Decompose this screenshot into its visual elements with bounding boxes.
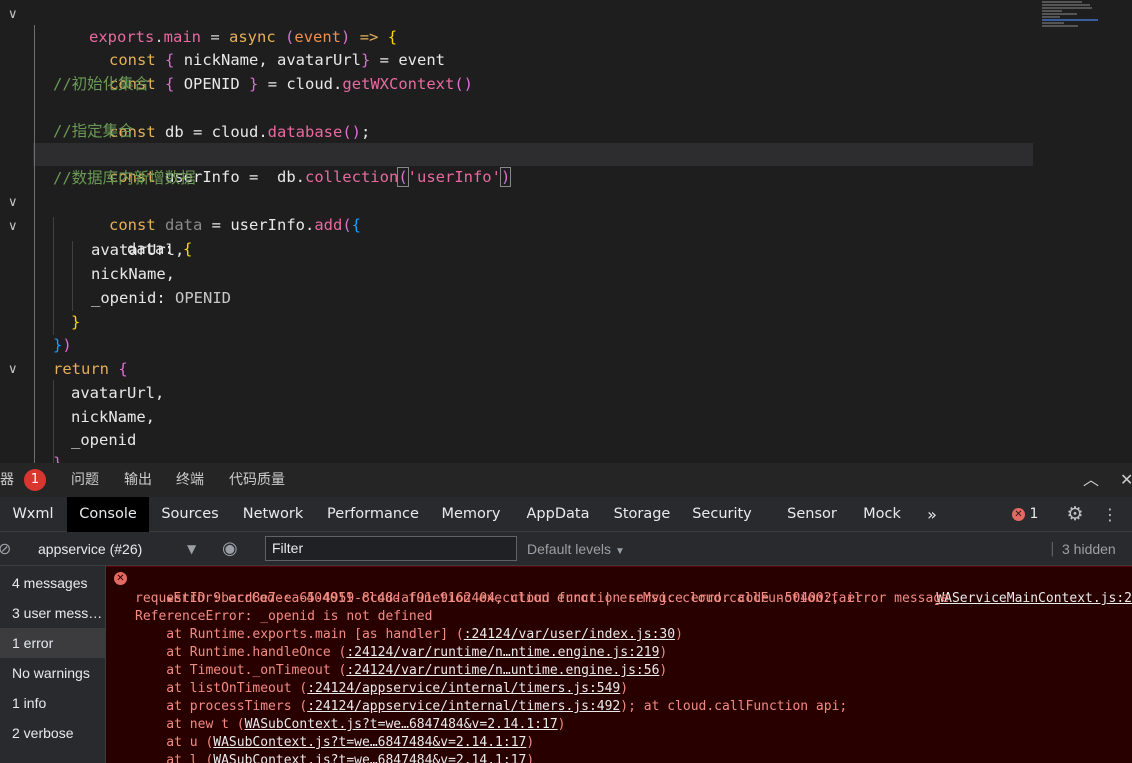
tab-memory[interactable]: Memory: [436, 497, 506, 532]
stack-frame: at Timeout._onTimeout (:24124/var/runtim…: [135, 663, 668, 678]
stack-frame: at Runtime.exports.main [as handler] (:2…: [135, 627, 683, 642]
stack-link[interactable]: :24124/var/runtime/n…untime.engine.js:56: [346, 663, 659, 678]
stack-frame: at u (WASubContext.js?t=we…6847484&v=2.1…: [135, 735, 535, 750]
eye-icon[interactable]: ◉: [222, 532, 238, 566]
code-line[interactable]: //初始化集合: [0, 73, 1132, 96]
sidebar-item-warnings[interactable]: No warnings: [0, 658, 105, 688]
code-line[interactable]: ∨ const data = userInfo.add({: [0, 191, 1132, 234]
chevron-down-icon[interactable]: ∨: [8, 358, 22, 381]
tab-storage[interactable]: Storage: [609, 497, 675, 532]
kebab-menu-icon[interactable]: ⋮: [1098, 497, 1122, 532]
code-line[interactable]: }: [0, 311, 1132, 334]
sidebar-item-messages[interactable]: 4 messages: [0, 568, 105, 598]
code-line[interactable]: _openid: [0, 429, 1132, 452]
filter-input[interactable]: Filter: [265, 536, 517, 561]
code-line[interactable]: //数据库内新增数据: [0, 167, 1132, 190]
stack-link[interactable]: :24124/var/user/index.js:30: [464, 627, 675, 642]
clear-console-icon[interactable]: ⊘: [0, 532, 11, 566]
error-line: ReferenceError: _openid is not defined: [135, 609, 433, 624]
console-output[interactable]: ✕ ▶Error: errCode: -404011 cloud functio…: [106, 566, 1132, 763]
panel-tab-code-quality[interactable]: 代码质量: [229, 463, 285, 497]
chevron-down-icon[interactable]: ∨: [8, 3, 22, 26]
code-line[interactable]: const { OPENID } = cloud.getWXContext(): [0, 50, 1132, 93]
more-tabs-icon[interactable]: »: [920, 497, 944, 532]
tab-sensor[interactable]: Sensor: [782, 497, 842, 532]
tab-network[interactable]: Network: [236, 497, 310, 532]
error-counter[interactable]: ✕ 1: [1012, 497, 1038, 532]
chevron-up-icon[interactable]: ︿: [1083, 463, 1099, 497]
tab-console[interactable]: Console: [67, 497, 149, 532]
stack-link[interactable]: :24124/var/runtime/n…ntime.engine.js:219: [346, 645, 659, 660]
stack-frame: at processTimers (:24124/appservice/inte…: [135, 699, 848, 714]
divider: |: [1050, 541, 1055, 557]
sidebar-item-user-messages[interactable]: 3 user mess…: [0, 598, 105, 628]
code-line[interactable]: avatarUrl,: [0, 382, 1132, 405]
bottom-panel-tabs: 器 1 问题 输出 终端 代码质量 ︿ ✕: [0, 463, 1132, 497]
code-line[interactable]: ∨ return {: [0, 358, 1132, 381]
code-line[interactable]: }): [0, 334, 1132, 357]
stack-frame: at Runtime.handleOnce (:24124/var/runtim…: [135, 645, 668, 660]
code-line[interactable]: //指定集合: [0, 120, 1132, 143]
stack-link[interactable]: WASubContext.js?t=we…6847484&v=2.14.1:17: [213, 735, 526, 750]
hidden-count[interactable]: 3 hidden: [1062, 532, 1116, 566]
error-icon: ✕: [114, 572, 127, 585]
error-source-link[interactable]: WAServiceMainContext.js:2: [905, 572, 1132, 606]
sidebar-item-verbose[interactable]: 2 verbose: [0, 718, 105, 748]
error-message-head[interactable]: ▶Error: errCode: -404011 cloud function …: [136, 572, 862, 606]
sidebar-item-info[interactable]: 1 info: [0, 688, 105, 718]
chevron-down-icon[interactable]: ∨: [8, 191, 22, 214]
tab-appdata[interactable]: AppData: [522, 497, 594, 532]
tab-wxml[interactable]: Wxml: [0, 497, 66, 532]
error-line: requestID 9bacd8e7-ea65-4959-8c48-af91e9…: [135, 591, 949, 606]
close-icon[interactable]: ✕: [1120, 463, 1132, 497]
stack-link[interactable]: :24124/appservice/internal/timers.js:492: [307, 699, 620, 714]
error-badge: 1: [24, 469, 46, 491]
code-line[interactable]: ∨ exports.main = async (event) => {: [0, 3, 1132, 46]
tab-security[interactable]: Security: [689, 497, 755, 532]
error-icon: ✕: [1012, 508, 1025, 521]
context-selector[interactable]: appservice (#26): [38, 532, 142, 566]
tab-sources[interactable]: Sources: [152, 497, 228, 532]
stack-frame: at l (WASubContext.js?t=we…6847484&v=2.1…: [135, 752, 534, 763]
code-line[interactable]: ∨ data: {: [0, 215, 1132, 258]
code-line[interactable]: const userInfo = db.collection('userInfo…: [0, 143, 1132, 187]
code-line[interactable]: const db = cloud.database();: [0, 98, 1132, 141]
tab-performance[interactable]: Performance: [325, 497, 421, 532]
code-line[interactable]: nickName,: [0, 406, 1132, 429]
tab-mock[interactable]: Mock: [856, 497, 908, 532]
code-line[interactable]: _openid: OPENID: [0, 287, 1132, 310]
stack-link[interactable]: WASubContext.js?t=we…6847484&v=2.14.1:17: [213, 753, 526, 763]
code-editor[interactable]: ∨ exports.main = async (event) => { cons…: [0, 0, 1132, 463]
panel-tab-problems[interactable]: 问题: [71, 463, 99, 497]
log-levels-dropdown[interactable]: Default levels ▼: [527, 532, 625, 566]
console-toolbar: ⊘ appservice (#26) ▼ ◉ Filter Default le…: [0, 532, 1132, 566]
code-line[interactable]: nickName,: [0, 263, 1132, 286]
devtools-tabbar: Wxml Console Sources Network Performance…: [0, 497, 1132, 532]
stack-link[interactable]: WASubContext.js?t=we…6847484&v=2.14.1:17: [245, 717, 558, 732]
panel-tab-debugger[interactable]: 器: [0, 463, 14, 497]
sidebar-item-errors[interactable]: 1 error: [0, 628, 105, 658]
stack-link[interactable]: :24124/appservice/internal/timers.js:549: [307, 681, 620, 696]
panel-tab-terminal[interactable]: 终端: [176, 463, 204, 497]
panel-tab-output[interactable]: 输出: [124, 463, 152, 497]
code-line[interactable]: }: [0, 452, 1132, 463]
stack-frame: at listOnTimeout (:24124/appservice/inte…: [135, 681, 629, 696]
code-line[interactable]: const { nickName, avatarUrl} = event: [0, 26, 1132, 69]
dropdown-arrow-icon[interactable]: ▼: [187, 532, 196, 566]
gear-icon[interactable]: ⚙: [1063, 497, 1087, 532]
console-sidebar: 4 messages 3 user mess… 1 error No warni…: [0, 566, 106, 763]
chevron-down-icon[interactable]: ∨: [8, 215, 22, 238]
code-line[interactable]: avatarUrl,: [0, 239, 1132, 262]
minimap[interactable]: [1042, 0, 1102, 40]
stack-frame: at new t (WASubContext.js?t=we…6847484&v…: [135, 717, 566, 732]
